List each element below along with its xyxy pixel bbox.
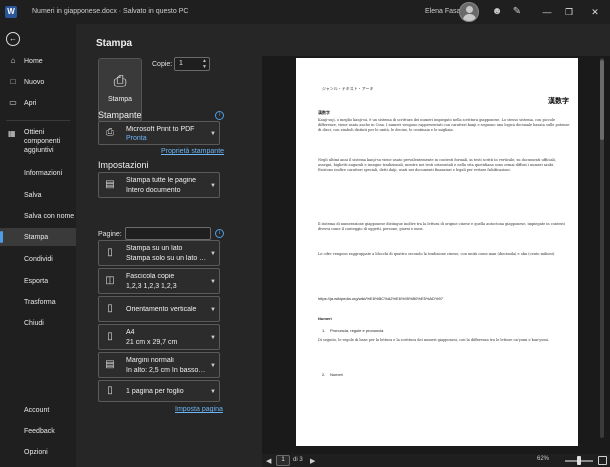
- printer-heading: Stampante: [98, 110, 142, 120]
- pages-per-sheet-dropdown[interactable]: ▯ 1 pagina per foglio ▼: [98, 380, 220, 402]
- printer-icon: ⎙: [106, 127, 114, 138]
- preview-paragraph: Di seguito, le regole di base per la let…: [318, 338, 549, 342]
- preview-url: https://ja.wikipedia.org/wiki/%E6%BC%A2%…: [318, 296, 443, 301]
- nav-transform[interactable]: Trasforma: [0, 293, 76, 311]
- back-arrow-icon[interactable]: ←: [6, 32, 20, 46]
- collate-dropdown[interactable]: ◫ Fascicola copie 1,2,3 1,2,3 1,2,3 ▼: [98, 268, 220, 294]
- nav-open[interactable]: ▭ Apri: [0, 94, 76, 112]
- nav-new[interactable]: □ Nuovo: [0, 73, 76, 91]
- nav-feedback[interactable]: Feedback: [0, 422, 76, 440]
- preview-list-item: Numeri: [322, 372, 343, 377]
- zoom-level: 62%: [537, 456, 550, 462]
- spinner-arrows-icon[interactable]: ▲ ▼: [202, 58, 207, 70]
- nav-close[interactable]: Chiudi: [0, 314, 76, 332]
- nav-account[interactable]: Account: [0, 401, 76, 419]
- nav-info[interactable]: Informazioni: [0, 164, 76, 182]
- margins-dropdown[interactable]: ▤ Margini normali In alto: 2,5 cm In bas…: [98, 352, 220, 378]
- preview-paragraph: Il sistema di numerazione giapponese dis…: [318, 222, 565, 231]
- chevron-down-icon: ▼: [210, 335, 216, 341]
- close-button[interactable]: ✕: [586, 4, 604, 20]
- pages-input[interactable]: [125, 227, 211, 240]
- collate-icon: ◫: [105, 275, 115, 286]
- preview-subtitle: 漢数字: [318, 110, 330, 115]
- zoom-to-page-icon[interactable]: [598, 456, 607, 465]
- preview-list-item: Pronuncia, regole e pronuncia: [322, 328, 383, 333]
- one-side-icon: ▯: [107, 247, 113, 258]
- chevron-down-icon: ▼: [210, 389, 216, 395]
- minimize-button[interactable]: —: [538, 4, 556, 20]
- preview-section-heading: Numeri: [318, 316, 332, 321]
- nav-save[interactable]: Salva: [0, 186, 76, 204]
- document-title: Numeri in giapponese.docx · Salvato in q…: [32, 8, 189, 15]
- backstage-nav: ← ⌂ Home □ Nuovo ▭ Apri ▦ Ottieni compon…: [0, 24, 76, 467]
- pages-label: Pagine:: [98, 231, 122, 238]
- grid-icon: ▦: [8, 129, 16, 138]
- chevron-down-icon: ▼: [210, 307, 216, 313]
- preview-scroll-thumb[interactable]: [600, 60, 604, 140]
- printer-properties-link[interactable]: Proprietà stampante: [161, 148, 224, 155]
- copies-stepper[interactable]: 1 ▲ ▼: [174, 57, 210, 71]
- page-number-input[interactable]: 1: [276, 455, 290, 466]
- preview-paragraph: Le cifre vengono raggruppate a blocchi d…: [318, 252, 556, 256]
- restore-button[interactable]: ❐: [560, 4, 578, 20]
- preview-paragraph: Kanji-suji, o meglio kanji-su, è un sist…: [318, 118, 570, 132]
- nav-get-addins[interactable]: ▦ Ottieni componenti aggiuntivi: [8, 128, 74, 155]
- chevron-down-icon: ▼: [210, 363, 216, 369]
- pages-icon: ▤: [105, 179, 115, 190]
- nav-export[interactable]: Esporta: [0, 272, 76, 290]
- margins-icon: ▤: [105, 359, 115, 370]
- print-range-dropdown[interactable]: ▤ Stampa tutte le pagine Intero document…: [98, 172, 220, 198]
- folder-icon: ▭: [9, 98, 17, 107]
- paper-size-dropdown[interactable]: ▯ A4 21 cm x 29,7 cm ▼: [98, 324, 220, 350]
- nav-share[interactable]: Condividi: [0, 250, 76, 268]
- nav-print[interactable]: Stampa: [0, 228, 76, 246]
- page-setup-link[interactable]: Imposta pagina: [175, 406, 223, 413]
- title-bar: W Numeri in giapponese.docx · Salvato in…: [0, 0, 610, 24]
- previous-page-icon[interactable]: ◀: [266, 457, 271, 465]
- nav-options[interactable]: Opzioni: [0, 443, 76, 461]
- word-logo-icon: W: [5, 6, 17, 18]
- portrait-icon: ▯: [107, 303, 113, 314]
- page-title: Stampa: [96, 38, 133, 49]
- page-per-sheet-icon: ▯: [107, 385, 113, 396]
- person-icon[interactable]: ☻: [490, 5, 504, 19]
- paper-icon: ▯: [107, 331, 113, 342]
- pen-icon[interactable]: ✎: [510, 5, 524, 19]
- copies-label: Copie:: [152, 61, 173, 68]
- zoom-slider-thumb[interactable]: [577, 456, 581, 465]
- info-icon[interactable]: i: [215, 111, 224, 120]
- orientation-dropdown[interactable]: ▯ Orientamento verticale ▼: [98, 296, 220, 322]
- preview-header-text: ジャンル・テキスト・アーキ: [322, 86, 374, 91]
- duplex-dropdown[interactable]: ▯ Stampa su un lato Stampa solo su un la…: [98, 240, 220, 266]
- preview-doc-title: 漢数字: [548, 96, 569, 105]
- chevron-down-icon: ▼: [210, 131, 216, 137]
- nav-divider: [6, 120, 70, 121]
- chevron-down-icon: ▼: [210, 279, 216, 285]
- new-document-icon: □: [10, 77, 16, 86]
- chevron-down-icon: ▼: [210, 183, 216, 189]
- printer-dropdown[interactable]: ⎙ Microsoft Print to PDF Pronta ▼: [98, 121, 220, 145]
- page-count: di 3: [293, 457, 303, 463]
- settings-heading: Impostazioni: [98, 160, 149, 170]
- info-icon[interactable]: i: [215, 229, 224, 238]
- next-page-icon[interactable]: ▶: [310, 457, 315, 465]
- preview-paragraph: Negli ultimi anni il sistema kanji-su vi…: [318, 158, 556, 172]
- home-icon: ⌂: [10, 56, 16, 65]
- avatar[interactable]: [459, 2, 479, 22]
- printer-icon: ⎙: [113, 73, 127, 90]
- chevron-down-icon: ▼: [210, 251, 216, 257]
- nav-save-as[interactable]: Salva con nome: [0, 207, 76, 225]
- nav-home[interactable]: ⌂ Home: [0, 52, 76, 70]
